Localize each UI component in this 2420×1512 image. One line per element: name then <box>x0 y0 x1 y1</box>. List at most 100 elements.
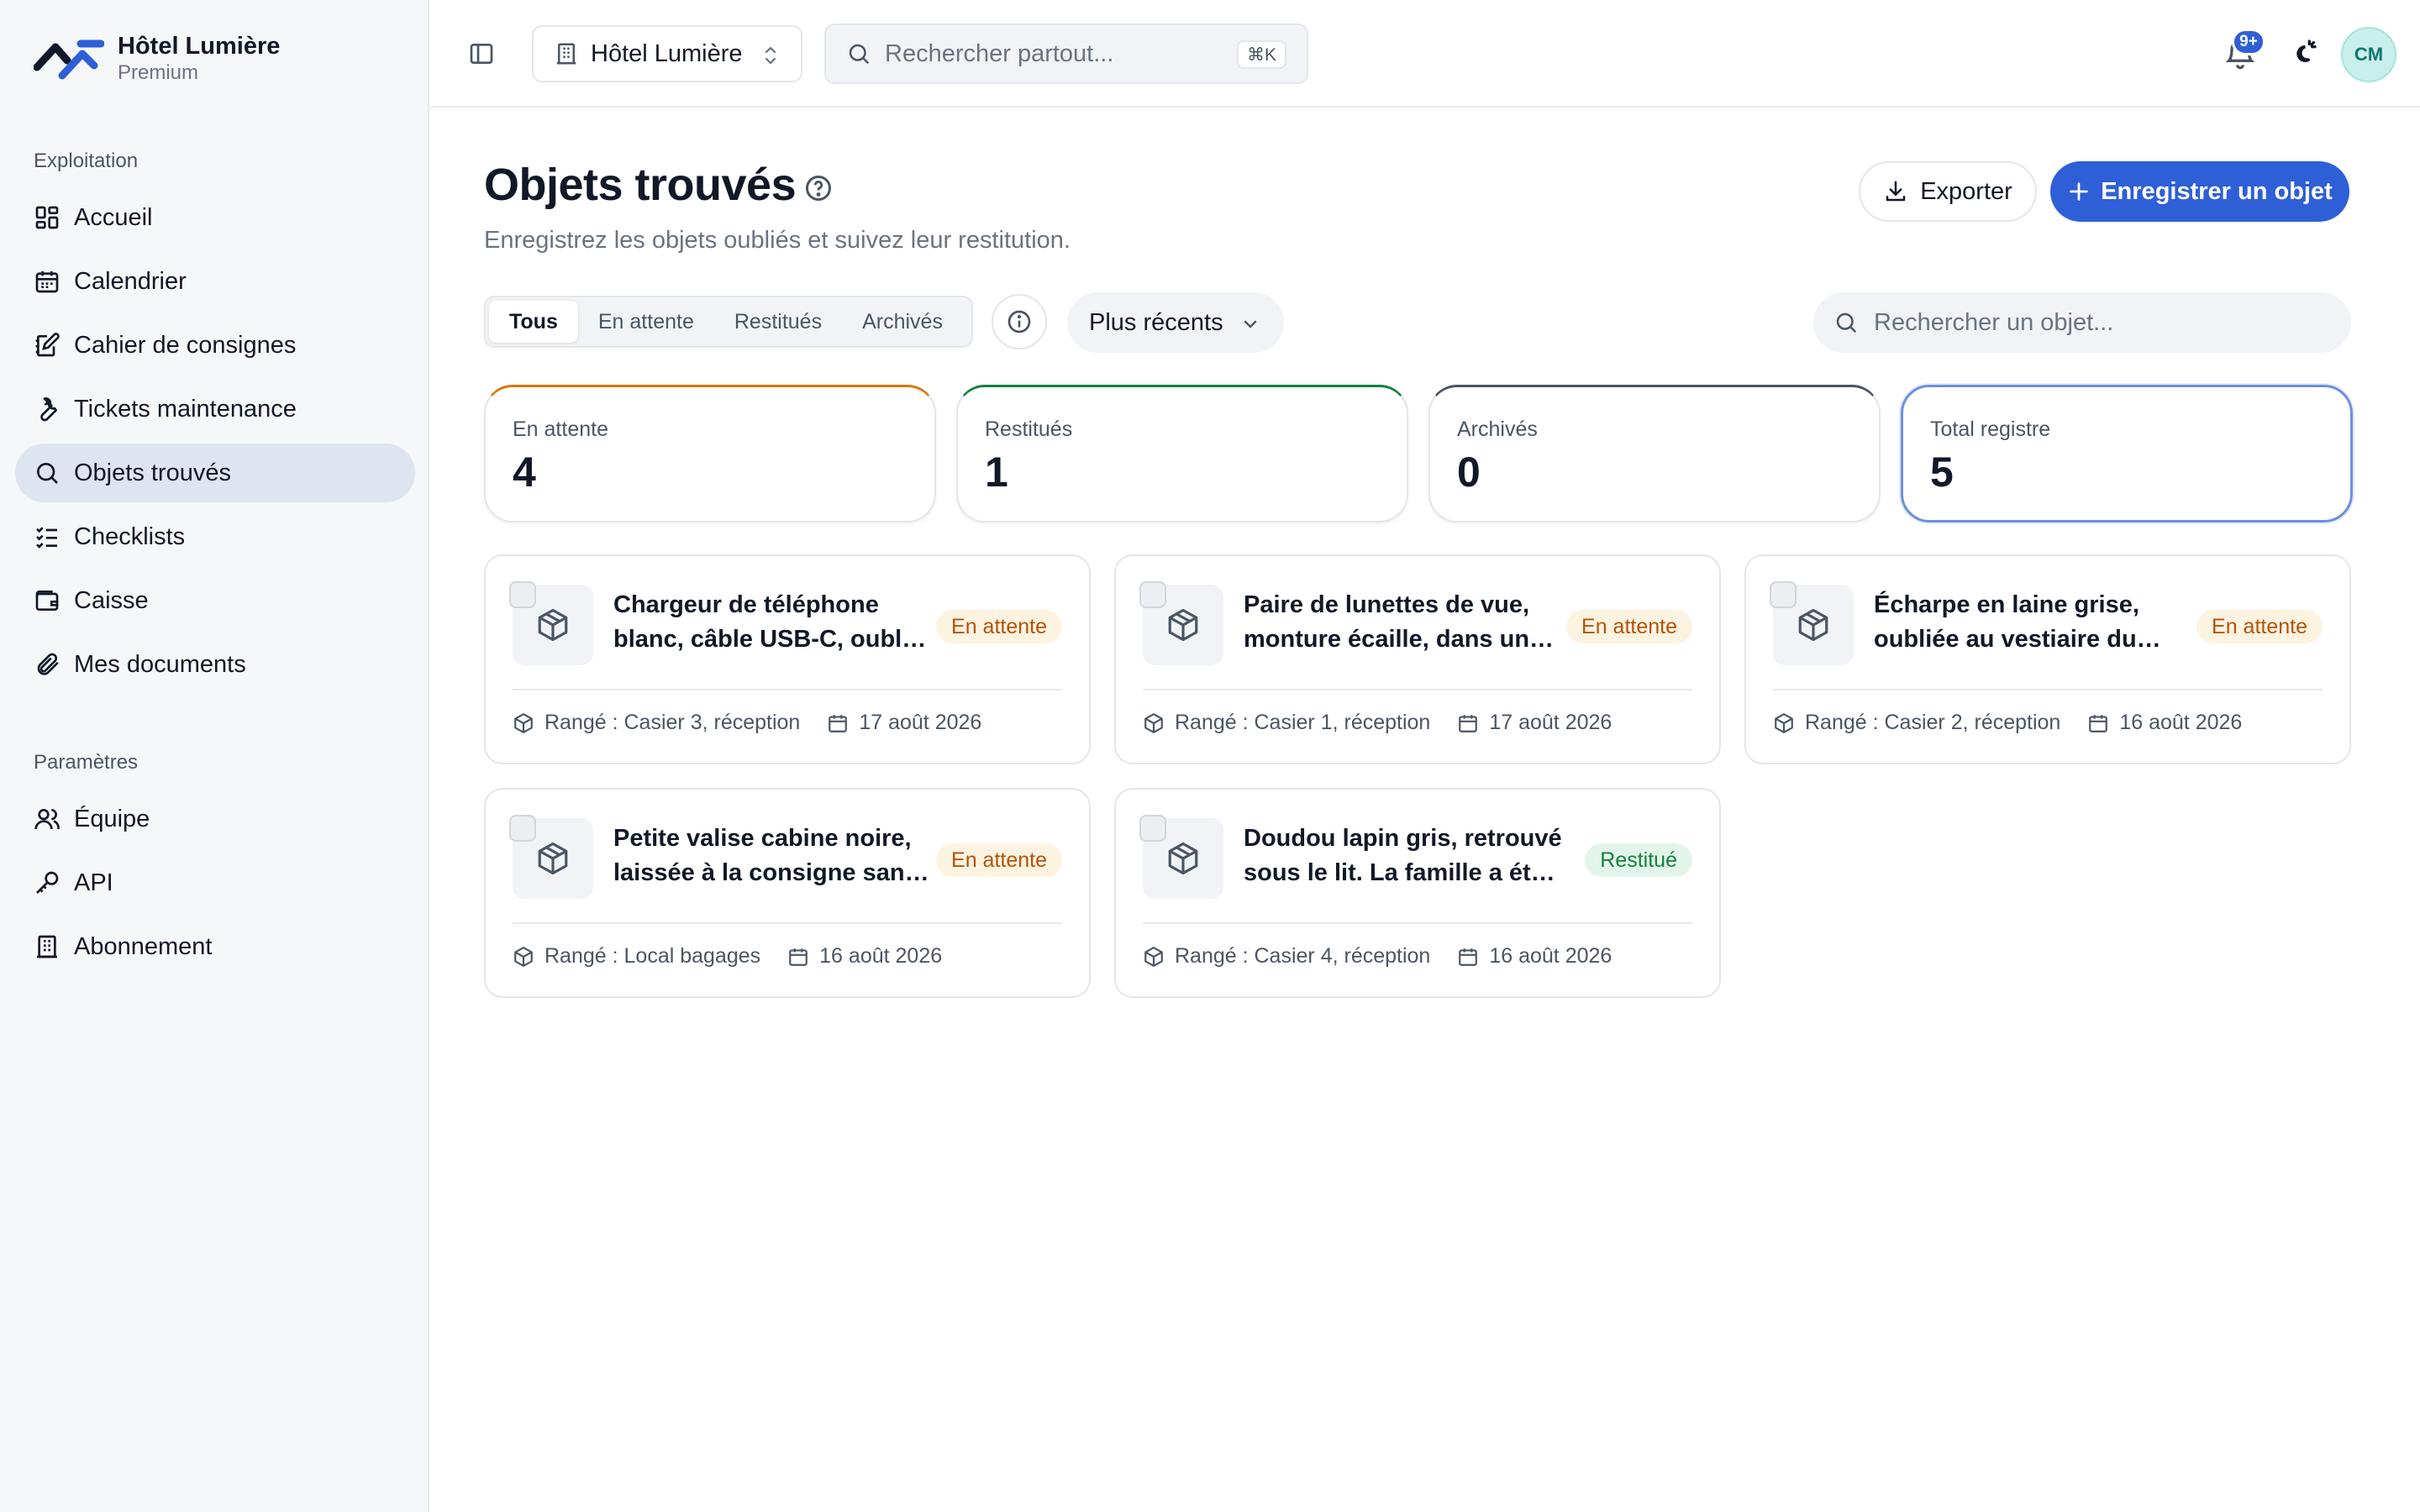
building-icon <box>556 43 576 65</box>
calendar-icon <box>829 714 848 732</box>
object-card[interactable]: Doudou lapin gris, retrouvé sous le lit.… <box>1114 788 1721 998</box>
users-icon <box>34 809 60 830</box>
select-checkbox[interactable] <box>509 815 536 842</box>
storage-location: Rangé : Casier 1, réception <box>1175 711 1431 734</box>
object-card[interactable]: Paire de lunettes de vue, monture écaill… <box>1114 554 1721 764</box>
stat-label: Total registre <box>1930 417 2051 441</box>
stat-card-total-registre: Total registre 5 <box>1901 385 2353 522</box>
sidebar-item-equipe[interactable]: Équipe <box>15 790 415 848</box>
object-search-placeholder: Rechercher un objet... <box>1874 308 2114 336</box>
divider <box>1773 689 2323 690</box>
object-card[interactable]: Petite valise cabine noire, laissée à la… <box>484 788 1091 998</box>
package-icon <box>1798 608 1828 642</box>
sidebar-item-label: Objets trouvés <box>74 459 231 486</box>
search-icon <box>37 463 58 484</box>
global-search-input[interactable]: Rechercher partout... ⌘K <box>824 24 1308 84</box>
wrench-icon <box>40 397 57 422</box>
package-icon <box>1144 712 1163 733</box>
sidebar-item-caisse[interactable]: Caisse <box>15 571 415 630</box>
object-card[interactable]: Écharpe en laine grise, oubliée au vesti… <box>1744 554 2351 764</box>
sidebar-item-accueil[interactable]: Accueil <box>15 188 415 247</box>
found-date: 16 août 2026 <box>819 944 943 968</box>
storage-location: Rangé : Casier 2, réception <box>1805 711 2061 734</box>
stat-card-archives: Archivés 0 <box>1428 385 1881 522</box>
storage-location: Rangé : Casier 3, réception <box>544 711 801 734</box>
sidebar-toggle-button[interactable] <box>465 37 498 71</box>
found-date: 16 août 2026 <box>1489 944 1612 968</box>
sidebar-item-label: Accueil <box>74 203 153 231</box>
sidebar-item-label: Cahier de consignes <box>74 331 297 359</box>
help-icon[interactable] <box>803 173 834 203</box>
sidebar-item-objets-trouves[interactable]: Objets trouvés <box>15 444 415 502</box>
package-icon <box>1144 946 1163 967</box>
brand-logo-icon <box>34 39 104 80</box>
tab-en-attente[interactable]: En attente <box>578 301 714 343</box>
found-date: 17 août 2026 <box>1489 711 1612 734</box>
package-icon <box>514 946 533 967</box>
sidebar: Hôtel Lumière Premium Exploitation Accue… <box>0 0 429 1512</box>
search-icon <box>849 44 870 65</box>
tab-restitues[interactable]: Restitués <box>714 301 842 343</box>
sidebar-item-checklists[interactable]: Checklists <box>15 507 415 566</box>
calendar-icon <box>1459 714 1478 732</box>
info-button[interactable] <box>992 294 1047 349</box>
stat-value: 5 <box>1930 449 1954 496</box>
select-checkbox[interactable] <box>509 581 536 608</box>
divider <box>513 689 1062 690</box>
register-object-button-label: Enregistrer un objet <box>2101 177 2333 205</box>
package-icon <box>1775 712 1793 733</box>
select-checkbox[interactable] <box>1139 815 1166 842</box>
sidebar-item-api[interactable]: API <box>15 853 415 912</box>
object-meta: Rangé : Casier 1, réception 17 août 2026 <box>1143 711 1612 735</box>
tab-archives[interactable]: Archivés <box>842 301 963 343</box>
package-icon <box>1168 608 1198 642</box>
page-title: Objets trouvés <box>484 160 797 210</box>
sidebar-item-tickets-maintenance[interactable]: Tickets maintenance <box>15 380 415 438</box>
status-badge: En attente <box>936 843 1062 877</box>
section-label-exploitation: Exploitation <box>34 150 139 172</box>
storage-location: Rangé : Local bagages <box>544 944 761 968</box>
info-icon <box>1007 310 1031 333</box>
sidebar-item-mes-documents[interactable]: Mes documents <box>15 635 415 694</box>
sidebar-item-label: Calendrier <box>74 267 187 295</box>
checklist-icon <box>36 527 57 549</box>
sidebar-item-cahier-de-consignes[interactable]: Cahier de consignes <box>15 316 415 375</box>
status-badge: En attente <box>2196 610 2323 643</box>
page-subtitle: Enregistrez les objets oubliés et suivez… <box>484 227 1071 254</box>
select-checkbox[interactable] <box>1139 581 1166 608</box>
avatar[interactable]: CM <box>2341 27 2396 82</box>
package-icon <box>1168 842 1198 875</box>
hotel-selector[interactable]: Hôtel Lumière <box>532 25 802 82</box>
sidebar-item-label: API <box>74 869 113 896</box>
search-icon <box>1836 312 1857 333</box>
download-icon <box>1886 181 1906 202</box>
export-button[interactable]: Exporter <box>1859 161 2037 222</box>
sun-moon-icon <box>2296 39 2317 62</box>
notebook-icon <box>35 333 60 357</box>
sidebar-item-label: Mes documents <box>74 650 246 678</box>
sidebar-item-abonnement[interactable]: Abonnement <box>15 917 415 976</box>
object-search-input[interactable]: Rechercher un objet... <box>1813 292 2351 353</box>
sidebar-item-label: Caisse <box>74 586 149 614</box>
stat-card-restitues: Restitués 1 <box>956 385 1408 522</box>
wallet-icon <box>35 591 59 611</box>
sort-dropdown[interactable]: Plus récents <box>1067 292 1284 353</box>
theme-toggle-button[interactable] <box>2286 37 2319 71</box>
sidebar-item-label: Équipe <box>74 805 150 832</box>
object-meta: Rangé : Casier 4, réception 16 août 2026 <box>1143 944 1612 969</box>
register-object-button[interactable]: Enregistrer un objet <box>2050 161 2349 222</box>
sidebar-item-label: Checklists <box>74 522 186 550</box>
object-card[interactable]: Chargeur de téléphone blanc, câble USB-C… <box>484 554 1091 764</box>
status-badge: Restitué <box>1585 843 1692 877</box>
divider <box>1143 922 1692 924</box>
found-date: 16 août 2026 <box>2119 711 2243 734</box>
object-title: Chargeur de téléphone blanc, câble USB-C… <box>613 591 923 653</box>
brand-name: Hôtel Lumière <box>118 33 281 60</box>
select-checkbox[interactable] <box>1770 581 1797 608</box>
sidebar-item-calendrier[interactable]: Calendrier <box>15 252 415 311</box>
object-title: Petite valise cabine noire, laissée à la… <box>613 825 918 886</box>
stat-label: Archivés <box>1457 417 1538 441</box>
export-button-label: Exporter <box>1920 177 2012 205</box>
tab-tous[interactable]: Tous <box>489 301 578 343</box>
brand[interactable]: Hôtel Lumière Premium <box>34 32 280 86</box>
